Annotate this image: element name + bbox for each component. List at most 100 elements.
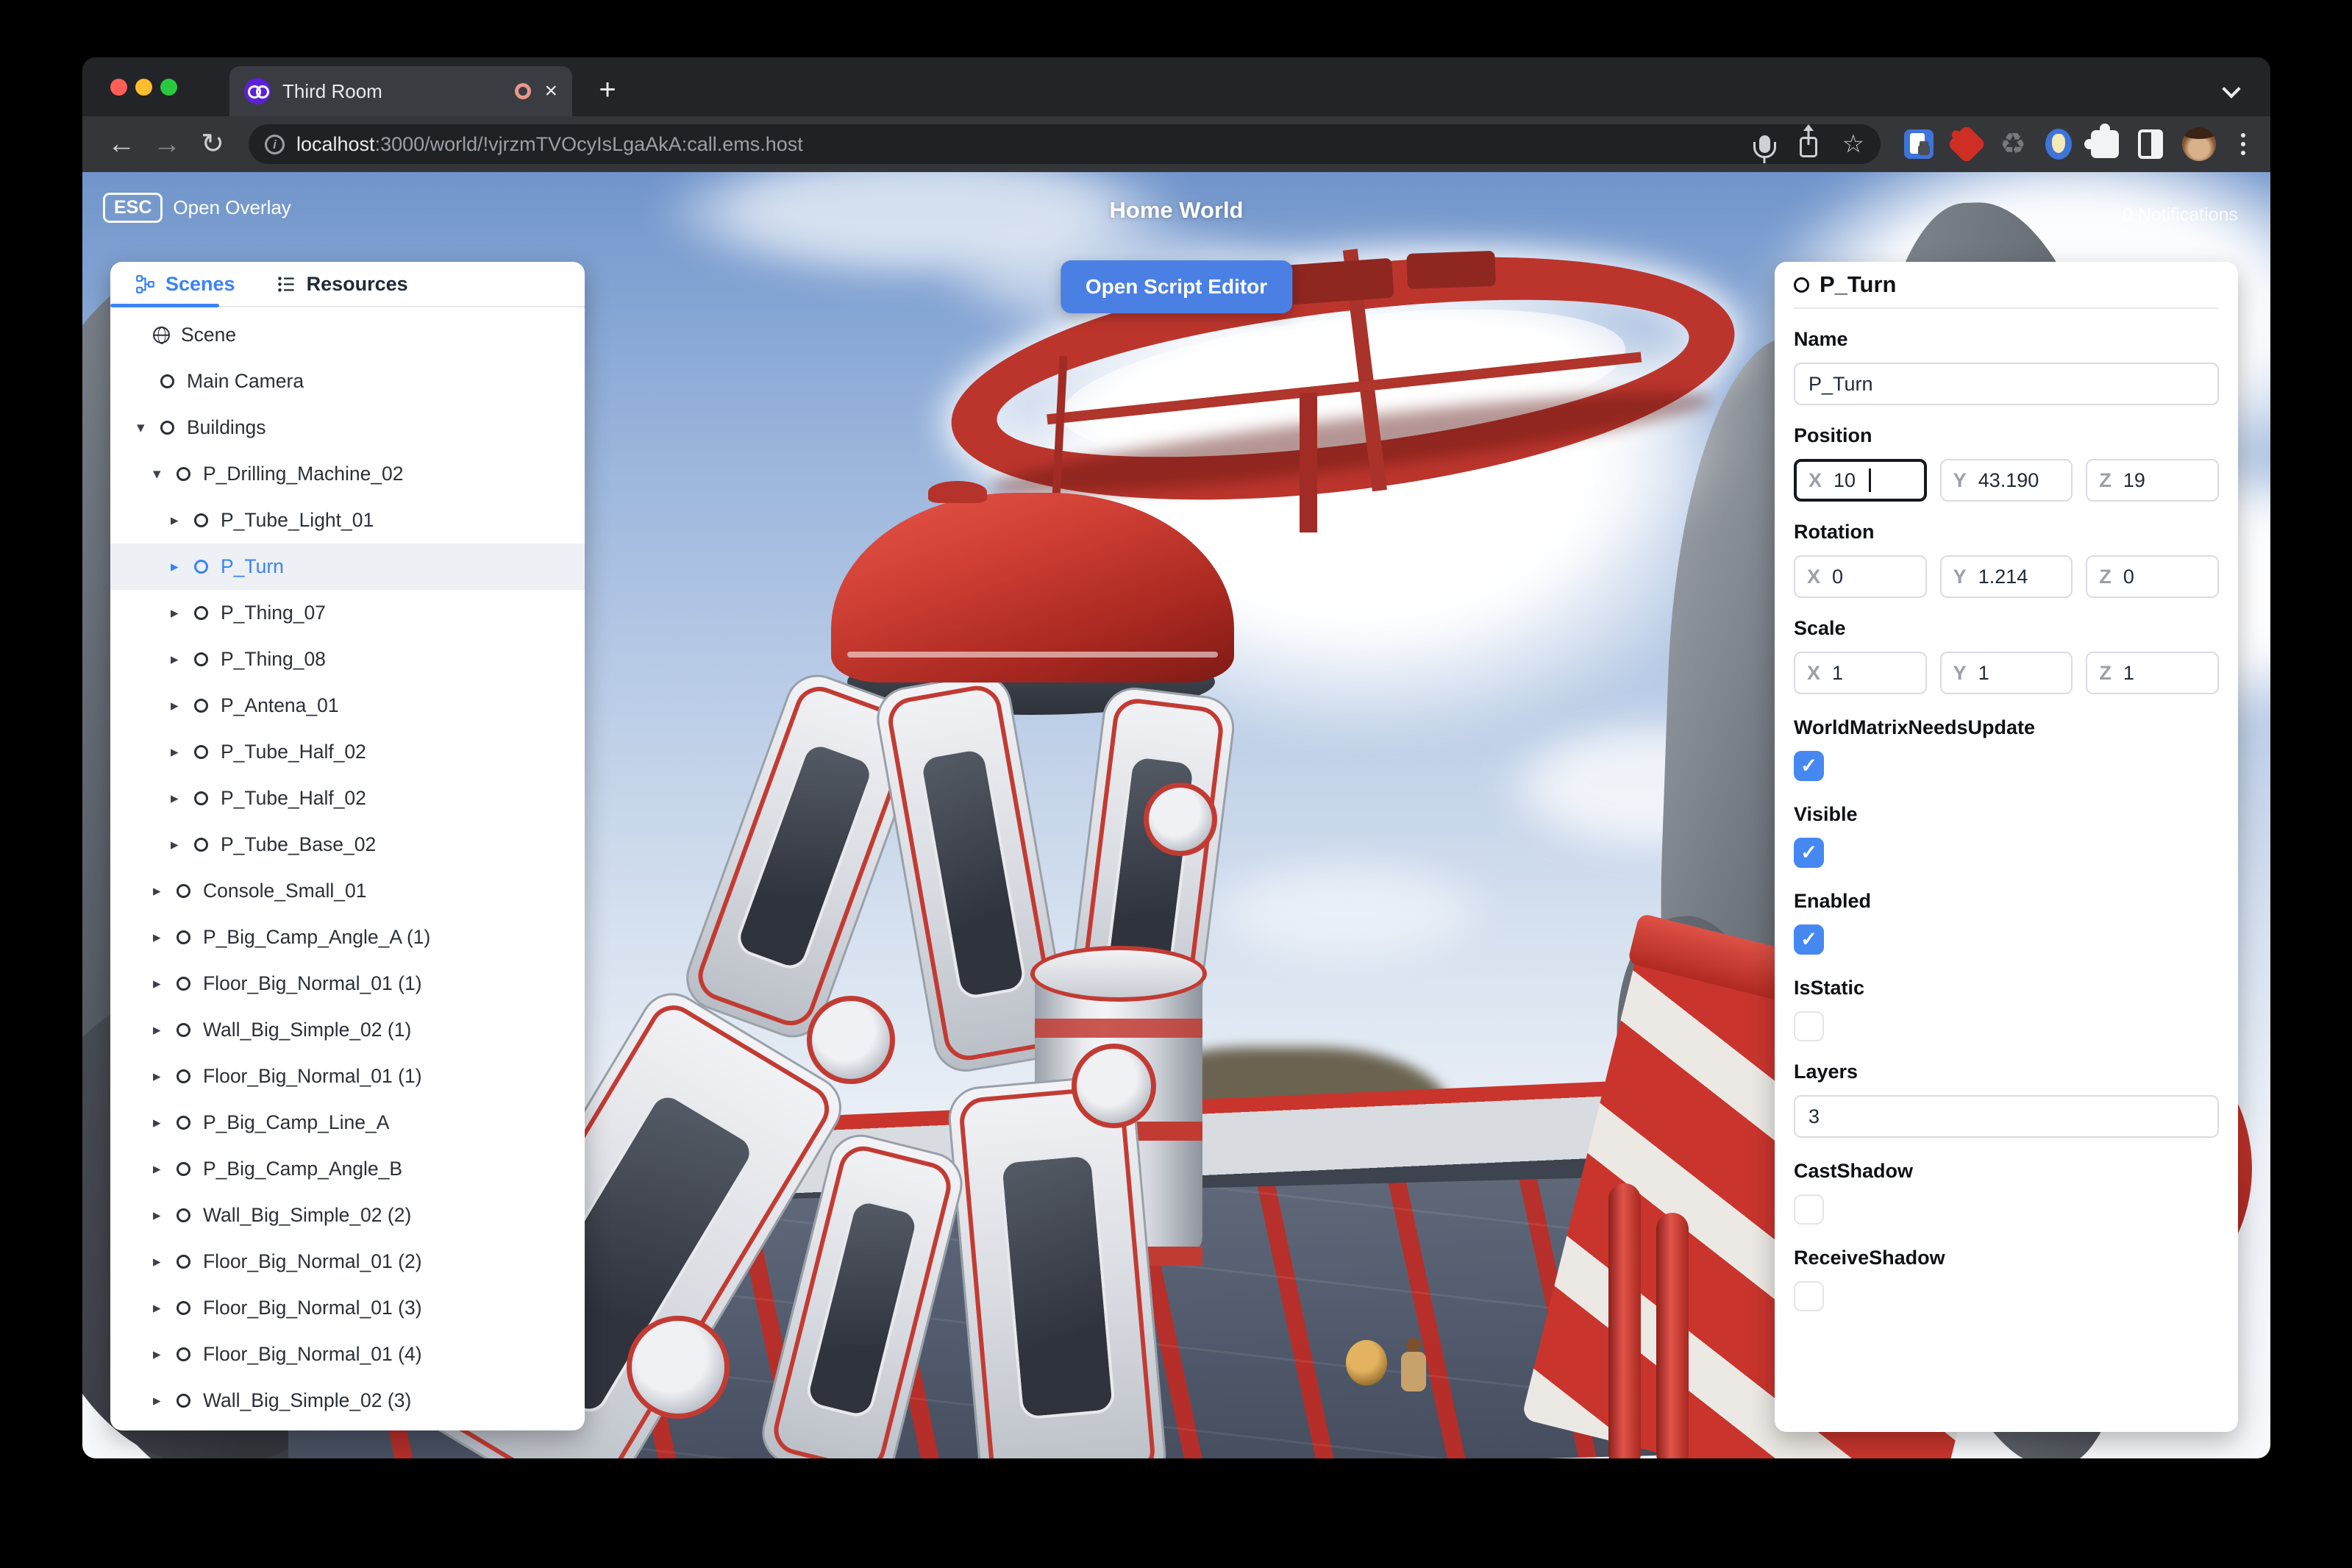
tree-row[interactable]: Main Camera [110,358,585,405]
disclosure-right-icon[interactable]: ▸ [171,743,194,761]
disclosure-down-icon[interactable]: ▾ [137,418,160,437]
open-script-editor-button[interactable]: Open Script Editor [1060,260,1293,313]
new-tab-button[interactable]: + [590,74,625,109]
disclosure-right-icon[interactable]: ▸ [153,928,177,947]
disclosure-right-icon[interactable]: ▸ [153,1067,177,1086]
disclosure-right-icon[interactable]: ▸ [171,557,194,576]
url-bar[interactable]: i localhost:3000/world/!vjrzmTVOcyIsLgaA… [249,124,1881,164]
disclosure-right-icon[interactable]: ▸ [171,604,194,622]
share-icon[interactable] [1799,137,1817,157]
extensions-puzzle-icon[interactable] [2084,124,2119,158]
scale-y-input[interactable]: Y 1 [1939,652,2073,694]
tree-row[interactable]: ▸ P_Big_Camp_Angle_B [110,1146,585,1192]
disclosure-right-icon[interactable]: ▸ [153,1299,177,1317]
isstatic-checkbox[interactable]: ✓ [1794,1011,1824,1041]
extension-red-icon[interactable] [1947,124,1987,164]
disclosure-right-icon[interactable]: ▸ [171,511,194,530]
tab-resources[interactable]: Resources [277,273,408,296]
microphone-icon[interactable] [1753,135,1776,158]
tab-close-icon[interactable]: × [544,80,557,102]
disclosure-right-icon[interactable]: ▸ [153,1113,177,1132]
minimize-window-button[interactable] [135,79,152,96]
browser-tab[interactable]: Third Room × [229,66,572,116]
tree-item-label: P_Big_Camp_Angle_A (1) [203,926,431,948]
reload-icon[interactable]: ↻ [193,130,232,158]
tree-item-label: P_Tube_Half_02 [221,741,366,763]
position-z-input[interactable]: Z 19 [2086,459,2219,502]
tree-row[interactable]: ▸ P_Big_Camp_Angle_A (1) [110,914,585,961]
tree-row[interactable]: ▸ P_Tube_Half_02 [110,729,585,775]
inspector-title: P_Turn [1820,271,1897,297]
scale-z-input[interactable]: Z 1 [2086,652,2220,694]
forward-icon[interactable]: → [147,130,187,158]
tree-row[interactable]: ▸ P_Thing_07 [110,590,585,636]
rotation-z-input[interactable]: Z 0 [2086,555,2220,598]
disclosure-right-icon[interactable]: ▸ [153,1206,177,1225]
castshadow-checkbox[interactable]: ✓ [1794,1194,1824,1225]
tree-row[interactable]: ▸ Wall_Big_Simple_02 (1) [110,1007,585,1053]
disclosure-right-icon[interactable]: ▸ [153,1391,177,1410]
tree-row[interactable]: ▸ P_Tube_Light_01 [110,497,585,544]
tree-row[interactable]: ▸ P_Thing_08 [110,636,585,683]
disclosure-right-icon[interactable]: ▸ [171,650,194,669]
disclosure-down-icon[interactable]: ▾ [153,465,177,483]
tree-row[interactable]: ▸ Wall_Big_Simple_02 (2) [110,1192,585,1239]
disclosure-right-icon[interactable]: ▸ [153,974,177,993]
scale-x-input[interactable]: X 1 [1794,652,1927,694]
tree-row[interactable]: ▸ Console_Small_01 [110,868,585,914]
scene-tree: Scene Main Camera ▾ Buildings ▾ P_Drilling_Ma… [110,307,585,1424]
extension-lighthouse-icon[interactable] [2045,129,2072,160]
disclosure-right-icon[interactable]: ▸ [153,1252,177,1271]
notifications-status: 0 Notifications [2122,204,2238,225]
tab-scenes[interactable]: Scenes [135,273,235,296]
zoom-window-button[interactable] [160,79,177,96]
back-icon[interactable]: ← [101,130,141,158]
bookmark-star-icon[interactable]: ☆ [1842,132,1864,157]
check-icon: ✓ [1800,841,1817,863]
side-panel-icon[interactable] [2138,129,2163,159]
profile-avatar[interactable] [2182,127,2216,161]
tree-row[interactable]: ▸ Floor_Big_Normal_01 (3) [110,1285,585,1331]
enabled-checkbox[interactable]: ✓ [1794,924,1824,955]
tab-search-chevron-icon[interactable] [2223,81,2241,99]
tree-row[interactable]: ▸ P_Big_Camp_Line_A [110,1100,585,1146]
tree-row[interactable]: ▾ P_Drilling_Machine_02 [110,451,585,497]
disclosure-right-icon[interactable]: ▸ [171,696,194,715]
disclosure-right-icon[interactable]: ▸ [153,1160,177,1178]
disclosure-right-icon[interactable]: ▸ [153,1021,177,1039]
tree-row[interactable]: ▾ Buildings [110,405,585,451]
hierarchy-icon [136,274,154,293]
worldmatrix-checkbox[interactable]: ✓ [1794,751,1824,781]
tree-row[interactable]: ▸ Floor_Big_Normal_01 (4) [110,1331,585,1378]
close-window-button[interactable] [110,79,127,96]
site-info-icon[interactable]: i [265,134,285,154]
rotation-x-input[interactable]: X 0 [1794,555,1927,598]
tree-row[interactable]: Scene [110,312,585,358]
tree-row[interactable]: ▸ P_Tube_Half_02 [110,775,585,822]
disclosure-right-icon[interactable]: ▸ [171,835,194,854]
position-x-input[interactable]: X 10 [1794,459,1927,502]
tree-row[interactable]: ▸ P_Turn [110,544,585,590]
tree-row[interactable]: ▸ P_Antena_01 [110,683,585,729]
entity-circle-icon [177,1347,190,1361]
axis-y-label: Y [1953,661,1967,684]
layers-input[interactable]: 3 [1794,1095,2219,1138]
browser-menu-icon[interactable] [2235,133,2251,155]
name-input[interactable]: P_Turn [1794,363,2219,405]
tree-row[interactable]: ▸ Floor_Big_Normal_01 (1) [110,961,585,1007]
extension-privacy-icon[interactable] [1904,129,1934,159]
rotation-y-input[interactable]: Y 1.214 [1939,555,2073,598]
visible-checkbox[interactable]: ✓ [1794,838,1824,868]
machine-arm [946,1072,1169,1458]
tree-row[interactable]: ▸ Floor_Big_Normal_01 (1) [110,1053,585,1100]
machine-joint [1144,783,1217,856]
disclosure-right-icon[interactable]: ▸ [153,1345,177,1364]
tree-row[interactable]: ▸ Floor_Big_Normal_01 (2) [110,1239,585,1285]
tree-row[interactable]: ▸ Wall_Big_Simple_02 (3) [110,1378,585,1424]
position-y-input[interactable]: Y 43.190 [1939,459,2073,502]
tree-row[interactable]: ▸ P_Tube_Base_02 [110,822,585,868]
disclosure-right-icon[interactable]: ▸ [153,882,177,900]
receiveshadow-checkbox[interactable]: ✓ [1794,1281,1824,1311]
extension-recycle-icon[interactable]: ♻ [2000,129,2026,159]
disclosure-right-icon[interactable]: ▸ [171,789,194,808]
